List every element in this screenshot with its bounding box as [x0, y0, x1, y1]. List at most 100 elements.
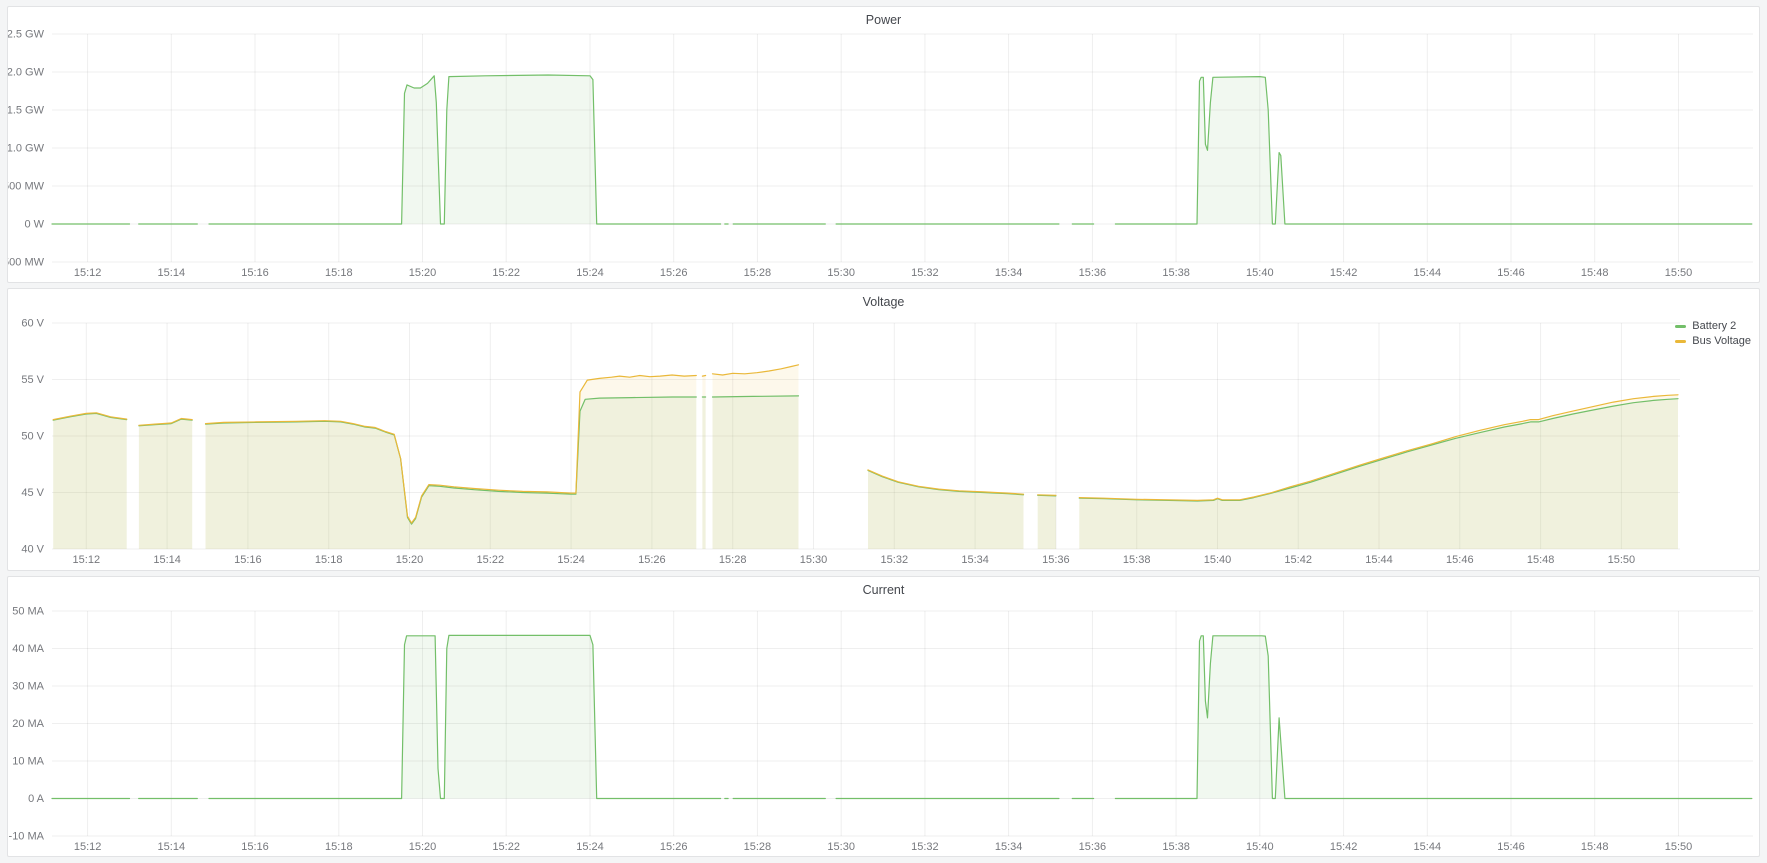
- svg-text:1.0 GW: 1.0 GW: [8, 143, 45, 155]
- svg-text:1.5 GW: 1.5 GW: [8, 105, 45, 117]
- svg-text:15:34: 15:34: [961, 554, 989, 566]
- svg-text:15:14: 15:14: [153, 554, 181, 566]
- svg-text:15:12: 15:12: [73, 554, 101, 566]
- svg-text:15:46: 15:46: [1497, 267, 1525, 279]
- legend-item-bus-voltage[interactable]: Bus Voltage: [1675, 334, 1751, 348]
- bus-voltage-series-swatch: [1675, 340, 1686, 343]
- svg-text:15:42: 15:42: [1284, 554, 1312, 566]
- svg-text:15:48: 15:48: [1581, 267, 1609, 279]
- legend-item-battery-2[interactable]: Battery 2: [1675, 319, 1751, 333]
- svg-text:15:38: 15:38: [1162, 841, 1190, 853]
- panel-power: -500 MW0 W500 MW1.0 GW1.5 GW2.0 GW2.5 GW…: [7, 6, 1760, 283]
- svg-text:30 MA: 30 MA: [12, 681, 44, 693]
- svg-text:60 V: 60 V: [21, 318, 44, 330]
- series-lines: [52, 635, 1752, 798]
- svg-text:15:38: 15:38: [1162, 267, 1190, 279]
- svg-text:15:34: 15:34: [995, 841, 1023, 853]
- svg-text:15:30: 15:30: [800, 554, 828, 566]
- svg-text:15:26: 15:26: [660, 267, 688, 279]
- svg-text:15:24: 15:24: [557, 554, 585, 566]
- bus-voltage-fill: [702, 376, 705, 550]
- svg-text:15:12: 15:12: [74, 267, 102, 279]
- svg-text:15:22: 15:22: [492, 267, 520, 279]
- panel-current-header: Current: [8, 577, 1759, 603]
- dashboard: -500 MW0 W500 MW1.0 GW1.5 GW2.0 GW2.5 GW…: [0, 0, 1767, 863]
- svg-text:15:46: 15:46: [1497, 841, 1525, 853]
- svg-text:15:32: 15:32: [911, 267, 939, 279]
- svg-text:15:32: 15:32: [911, 841, 939, 853]
- svg-text:15:36: 15:36: [1079, 841, 1107, 853]
- svg-text:15:22: 15:22: [477, 554, 505, 566]
- svg-text:15:40: 15:40: [1204, 554, 1232, 566]
- panel-voltage: 40 V45 V50 V55 V60 V15:1215:1415:1615:18…: [7, 288, 1760, 571]
- svg-text:15:38: 15:38: [1123, 554, 1151, 566]
- panel-voltage-header: Voltage: [8, 289, 1759, 315]
- legend-label-bus-voltage: Bus Voltage: [1692, 334, 1751, 348]
- svg-text:15:44: 15:44: [1414, 841, 1442, 853]
- svg-text:2.0 GW: 2.0 GW: [8, 67, 45, 79]
- svg-text:500 MW: 500 MW: [8, 181, 45, 193]
- power-fill: [209, 75, 721, 224]
- svg-text:15:32: 15:32: [881, 554, 909, 566]
- svg-text:15:40: 15:40: [1246, 267, 1274, 279]
- svg-text:15:28: 15:28: [744, 841, 772, 853]
- svg-text:15:22: 15:22: [492, 841, 520, 853]
- svg-text:15:48: 15:48: [1581, 841, 1609, 853]
- panel-voltage-title[interactable]: Voltage: [863, 295, 905, 309]
- bus-voltage-fill: [53, 413, 127, 549]
- svg-text:15:14: 15:14: [158, 841, 186, 853]
- svg-text:15:28: 15:28: [719, 554, 747, 566]
- svg-text:15:16: 15:16: [241, 267, 269, 279]
- bus-voltage-line: [1038, 495, 1056, 496]
- battery-2-series-swatch: [1675, 325, 1686, 328]
- svg-text:15:18: 15:18: [315, 554, 343, 566]
- svg-text:15:50: 15:50: [1665, 267, 1693, 279]
- gridlines: [52, 611, 1753, 836]
- svg-text:15:30: 15:30: [827, 841, 855, 853]
- power-chart[interactable]: -500 MW0 W500 MW1.0 GW1.5 GW2.0 GW2.5 GW…: [8, 7, 1759, 282]
- axis-tick-labels: -10 MA0 A10 MA20 MA30 MA40 MA50 MA15:121…: [9, 606, 1693, 854]
- current-fill: [209, 635, 721, 798]
- current-chart[interactable]: -10 MA0 A10 MA20 MA30 MA40 MA50 MA15:121…: [8, 577, 1759, 856]
- svg-text:50 MA: 50 MA: [12, 606, 44, 618]
- svg-text:15:26: 15:26: [660, 841, 688, 853]
- svg-text:55 V: 55 V: [21, 374, 44, 386]
- svg-text:45 V: 45 V: [21, 487, 44, 499]
- series-lines: [52, 75, 1752, 224]
- voltage-chart[interactable]: 40 V45 V50 V55 V60 V15:1215:1415:1615:18…: [8, 289, 1759, 570]
- voltage-legend: Battery 2 Bus Voltage: [1675, 319, 1751, 348]
- panel-current-title[interactable]: Current: [863, 583, 905, 597]
- axis-tick-labels: -500 MW0 W500 MW1.0 GW1.5 GW2.0 GW2.5 GW…: [8, 29, 1692, 280]
- panel-power-title[interactable]: Power: [866, 13, 901, 27]
- svg-text:15:20: 15:20: [409, 267, 437, 279]
- svg-text:15:42: 15:42: [1330, 841, 1358, 853]
- panel-current: -10 MA0 A10 MA20 MA30 MA40 MA50 MA15:121…: [7, 576, 1760, 857]
- svg-text:15:14: 15:14: [158, 267, 186, 279]
- svg-text:15:36: 15:36: [1079, 267, 1107, 279]
- svg-text:40 V: 40 V: [21, 544, 44, 556]
- svg-text:15:28: 15:28: [744, 267, 772, 279]
- svg-text:15:20: 15:20: [409, 841, 437, 853]
- svg-text:15:24: 15:24: [576, 841, 604, 853]
- svg-text:15:50: 15:50: [1665, 841, 1693, 853]
- svg-text:15:42: 15:42: [1330, 267, 1358, 279]
- svg-text:15:18: 15:18: [325, 841, 353, 853]
- svg-text:0 A: 0 A: [28, 793, 45, 805]
- svg-text:15:18: 15:18: [325, 267, 353, 279]
- series-fills: [52, 635, 1752, 798]
- svg-text:15:16: 15:16: [241, 841, 269, 853]
- svg-text:-500 MW: -500 MW: [8, 257, 45, 269]
- svg-text:-10 MA: -10 MA: [9, 831, 45, 843]
- svg-text:40 MA: 40 MA: [12, 643, 44, 655]
- svg-text:15:44: 15:44: [1365, 554, 1393, 566]
- svg-text:0 W: 0 W: [24, 219, 44, 231]
- legend-label-battery-2: Battery 2: [1692, 319, 1736, 333]
- bus-voltage-fill: [1038, 495, 1056, 549]
- bus-voltage-fill: [713, 365, 799, 549]
- svg-text:15:48: 15:48: [1527, 554, 1555, 566]
- svg-text:15:36: 15:36: [1042, 554, 1070, 566]
- series-fills: [53, 365, 1678, 549]
- svg-text:15:50: 15:50: [1608, 554, 1636, 566]
- svg-text:15:12: 15:12: [74, 841, 102, 853]
- bus-voltage-line: [702, 376, 705, 377]
